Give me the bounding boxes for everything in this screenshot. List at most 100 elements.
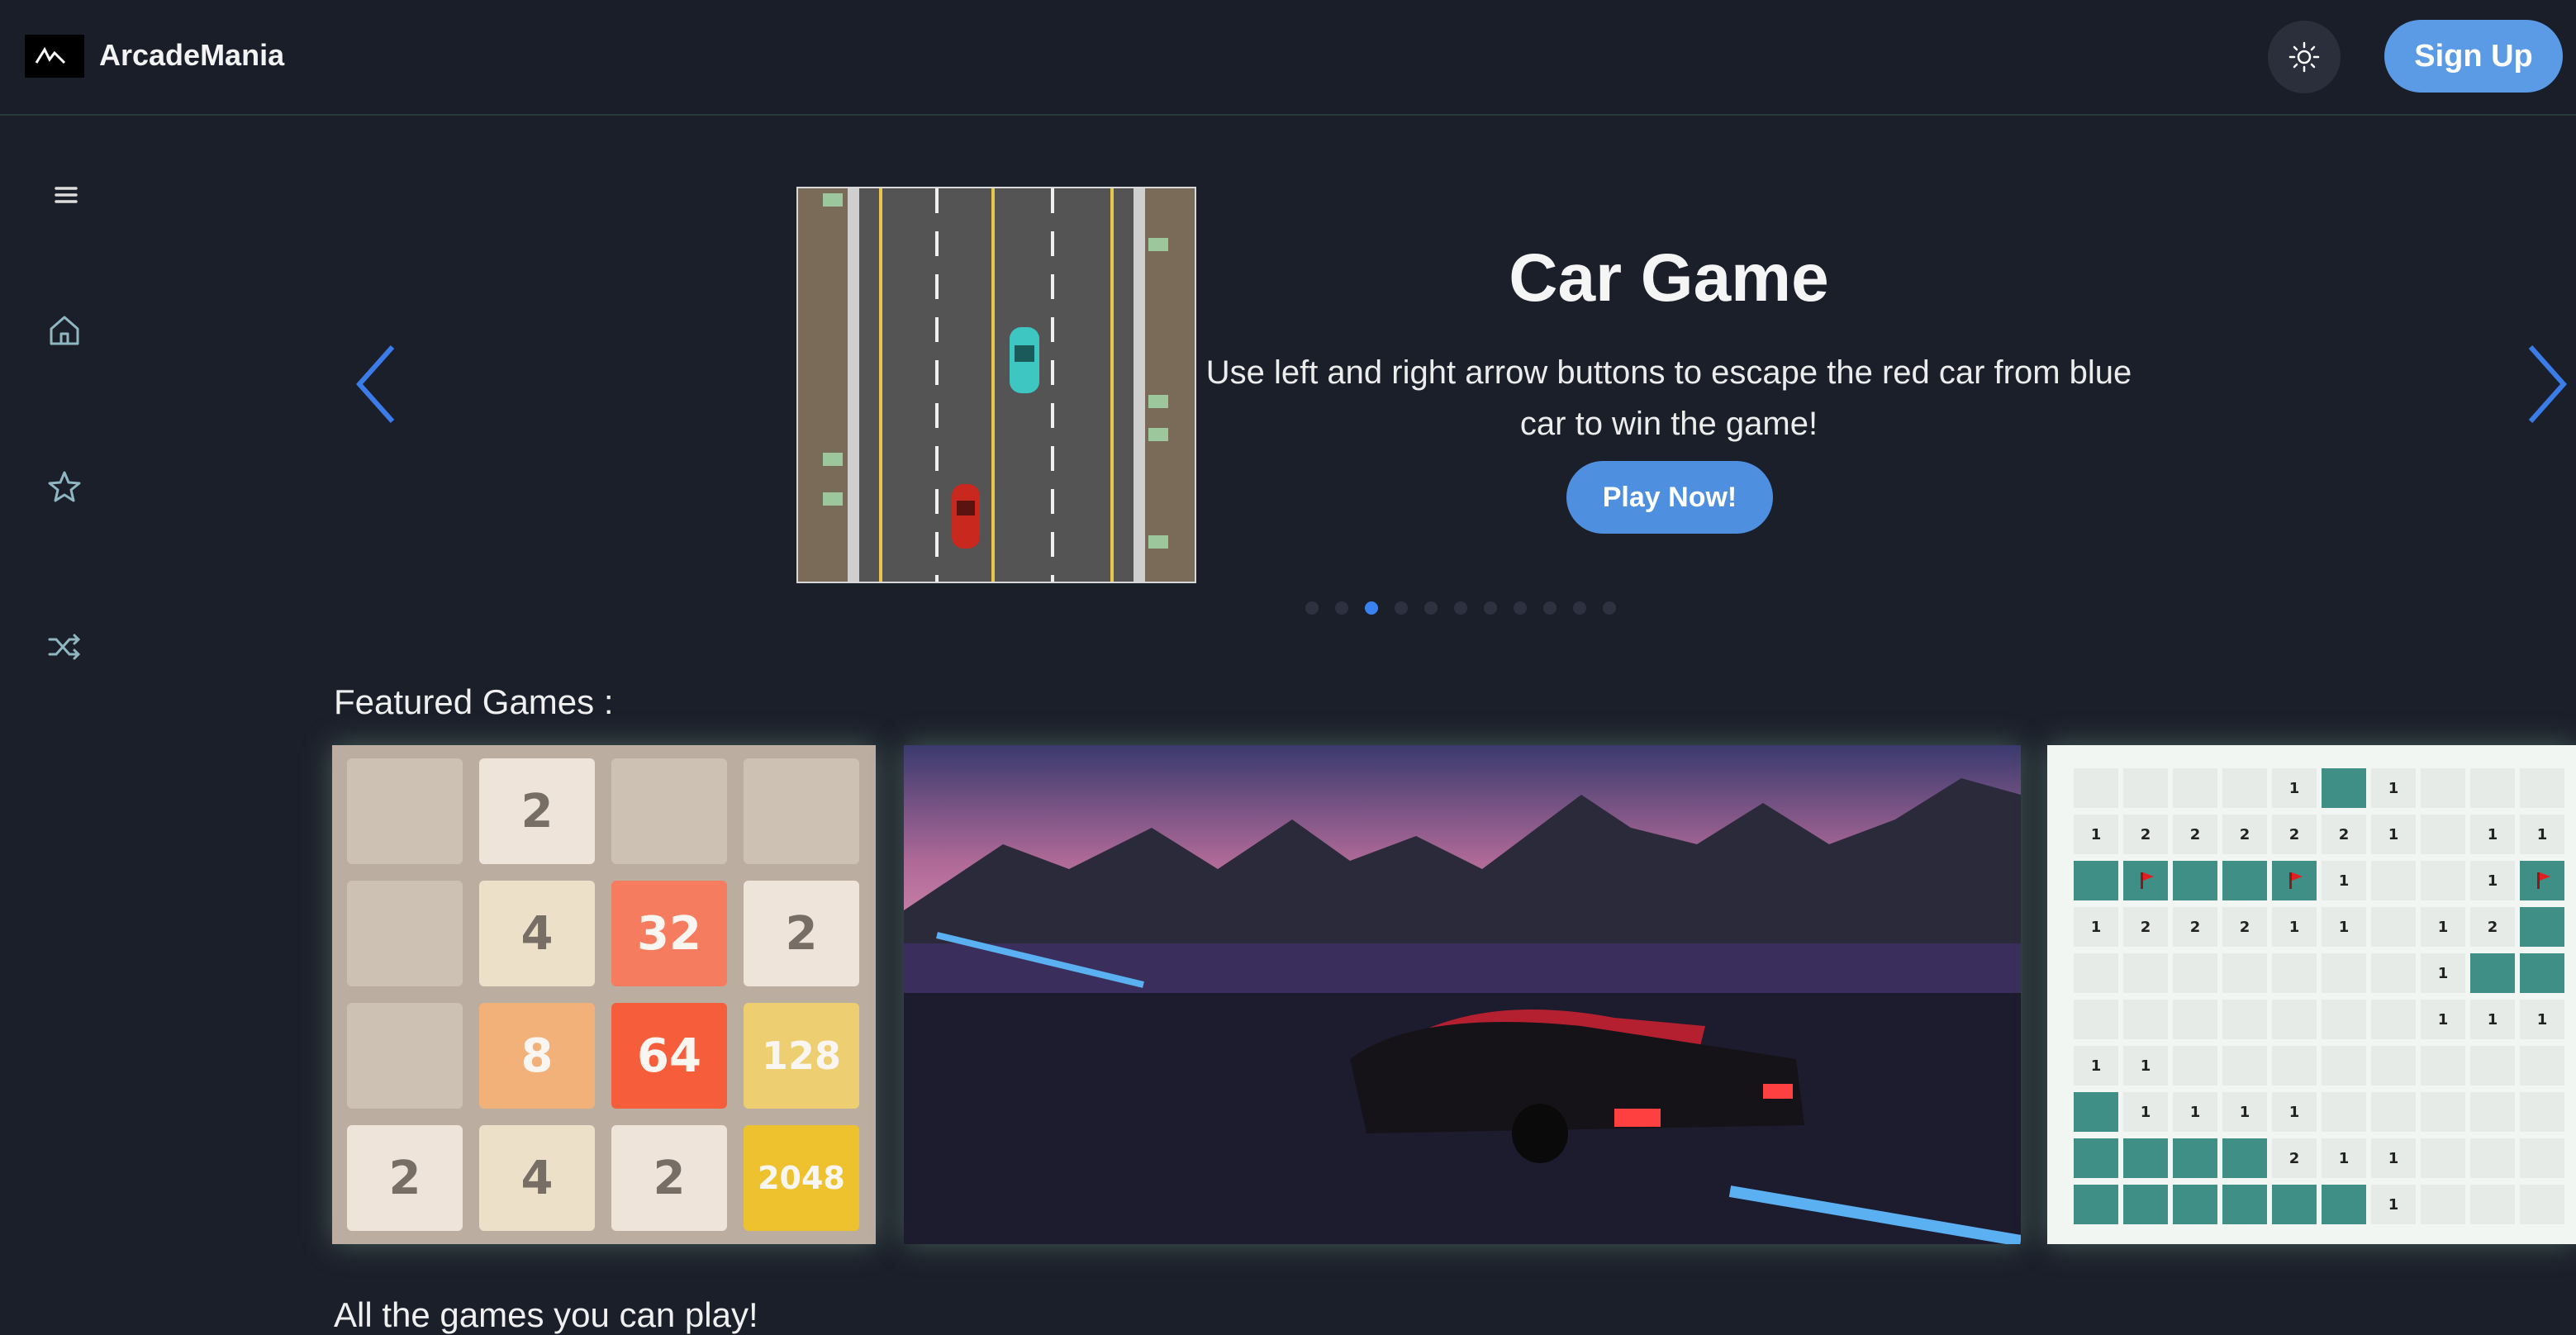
minesweeper-cell <box>2421 1046 2465 1086</box>
minesweeper-cell <box>2371 953 2416 993</box>
minesweeper-cell <box>2421 861 2465 900</box>
carousel-dot[interactable] <box>1365 601 1378 615</box>
game-2048-tile: 128 <box>744 1003 859 1109</box>
sun-icon <box>2288 41 2320 73</box>
minesweeper-cell <box>2470 953 2515 993</box>
flag-icon <box>2141 872 2154 889</box>
minesweeper-cell <box>2123 953 2168 993</box>
minesweeper-cell <box>2222 861 2267 900</box>
game-2048-tile <box>611 758 727 864</box>
minesweeper-cell <box>2074 768 2118 808</box>
minesweeper-cell: 1 <box>2421 953 2465 993</box>
minesweeper-cell: 2 <box>2470 907 2515 947</box>
minesweeper-cell <box>2173 1000 2217 1039</box>
minesweeper-cell: 1 <box>2322 861 2366 900</box>
carousel-prev-arrow-icon[interactable] <box>347 339 405 430</box>
minesweeper-cell <box>2371 1092 2416 1132</box>
carousel-dot[interactable] <box>1424 601 1438 615</box>
minesweeper-cell <box>2272 1185 2317 1224</box>
theme-toggle-button[interactable] <box>2268 21 2341 93</box>
minesweeper-cell <box>2074 1138 2118 1178</box>
shuffle-icon[interactable] <box>41 623 88 669</box>
minesweeper-cell <box>2520 861 2564 900</box>
carousel-dot[interactable] <box>1573 601 1586 615</box>
carousel-dot[interactable] <box>1603 601 1616 615</box>
minesweeper-cell <box>2322 1092 2366 1132</box>
game-2048-tile <box>347 758 463 864</box>
carousel-next-arrow-icon[interactable] <box>2518 339 2576 430</box>
minesweeper-cell: 1 <box>2470 861 2515 900</box>
minesweeper-cell: 2 <box>2272 1138 2317 1178</box>
carousel-dot[interactable] <box>1484 601 1497 615</box>
minesweeper-cell: 1 <box>2371 1185 2416 1224</box>
minesweeper-cell: 1 <box>2272 768 2317 808</box>
minesweeper-cell <box>2470 1138 2515 1178</box>
minesweeper-cell <box>2272 1000 2317 1039</box>
featured-game-minesweeper-card[interactable]: 11122222111111222111211111111112111 <box>2047 745 2576 1244</box>
minesweeper-cell: 2 <box>2222 815 2267 854</box>
minesweeper-cell: 2 <box>2173 907 2217 947</box>
minesweeper-cell: 1 <box>2272 907 2317 947</box>
carousel-dot[interactable] <box>1543 601 1557 615</box>
game-2048-tile: 64 <box>611 1003 727 1109</box>
minesweeper-cell <box>2421 768 2465 808</box>
minesweeper-cell <box>2222 1138 2267 1178</box>
minesweeper-cell <box>2222 1000 2267 1039</box>
minesweeper-cell <box>2173 1046 2217 1086</box>
minesweeper-cell <box>2470 1046 2515 1086</box>
carousel-dot[interactable] <box>1395 601 1408 615</box>
carousel-dots <box>1305 601 1616 615</box>
minesweeper-cell <box>2371 1000 2416 1039</box>
featured-game-2048-card[interactable]: 2 4 32 2 8 64 128 2 4 2 2048 <box>332 745 876 1244</box>
game-2048-tile: 2 <box>479 758 595 864</box>
carousel-description: Use left and right arrow buttons to esca… <box>1205 354 2132 442</box>
minesweeper-cell <box>2173 768 2217 808</box>
game-2048-tile <box>347 1003 463 1109</box>
minesweeper-cell: 2 <box>2272 815 2317 854</box>
carousel-dot[interactable] <box>1335 601 1348 615</box>
signup-button[interactable]: Sign Up <box>2384 20 2563 93</box>
minesweeper-cell <box>2371 1046 2416 1086</box>
star-icon[interactable] <box>41 464 88 511</box>
minesweeper-cell <box>2272 1046 2317 1086</box>
minesweeper-cell: 2 <box>2322 815 2366 854</box>
minesweeper-cell <box>2123 861 2168 900</box>
minesweeper-cell <box>2520 953 2564 993</box>
menu-icon[interactable] <box>41 172 88 218</box>
minesweeper-cell <box>2074 953 2118 993</box>
car-game-image[interactable] <box>796 187 1196 583</box>
minesweeper-cell: 1 <box>2322 1138 2366 1178</box>
minesweeper-cell <box>2173 1138 2217 1178</box>
carousel-dot[interactable] <box>1305 601 1319 615</box>
featured-game-racing-card[interactable] <box>904 745 2021 1244</box>
carousel-dot[interactable] <box>1514 601 1527 615</box>
app-name[interactable]: ArcadeMania <box>99 38 284 73</box>
game-2048-tile <box>744 758 859 864</box>
minesweeper-cell <box>2520 768 2564 808</box>
minesweeper-cell: 1 <box>2371 1138 2416 1178</box>
minesweeper-cell <box>2322 1185 2366 1224</box>
game-2048-tile: 2 <box>744 881 859 986</box>
game-2048-tile: 2 <box>347 1125 463 1231</box>
minesweeper-cell <box>2123 768 2168 808</box>
game-2048-tile: 8 <box>479 1003 595 1109</box>
minesweeper-cell: 2 <box>2123 815 2168 854</box>
minesweeper-cell: 1 <box>2123 1046 2168 1086</box>
home-icon[interactable] <box>41 307 88 354</box>
minesweeper-cell: 1 <box>2371 768 2416 808</box>
minesweeper-cell: 1 <box>2123 1092 2168 1132</box>
logo-icon[interactable] <box>25 35 84 78</box>
minesweeper-cell <box>2074 861 2118 900</box>
play-now-button[interactable]: Play Now! <box>1566 461 1773 534</box>
minesweeper-cell <box>2421 1138 2465 1178</box>
minesweeper-cell <box>2173 1185 2217 1224</box>
minesweeper-cell: 1 <box>2470 1000 2515 1039</box>
minesweeper-cell <box>2173 953 2217 993</box>
game-2048-tile: 4 <box>479 1125 595 1231</box>
game-2048-tile <box>347 881 463 986</box>
carousel-dot[interactable] <box>1454 601 1467 615</box>
minesweeper-cell <box>2222 953 2267 993</box>
game-2048-tile: 32 <box>611 881 727 986</box>
minesweeper-cell <box>2074 1185 2118 1224</box>
minesweeper-cell <box>2173 861 2217 900</box>
